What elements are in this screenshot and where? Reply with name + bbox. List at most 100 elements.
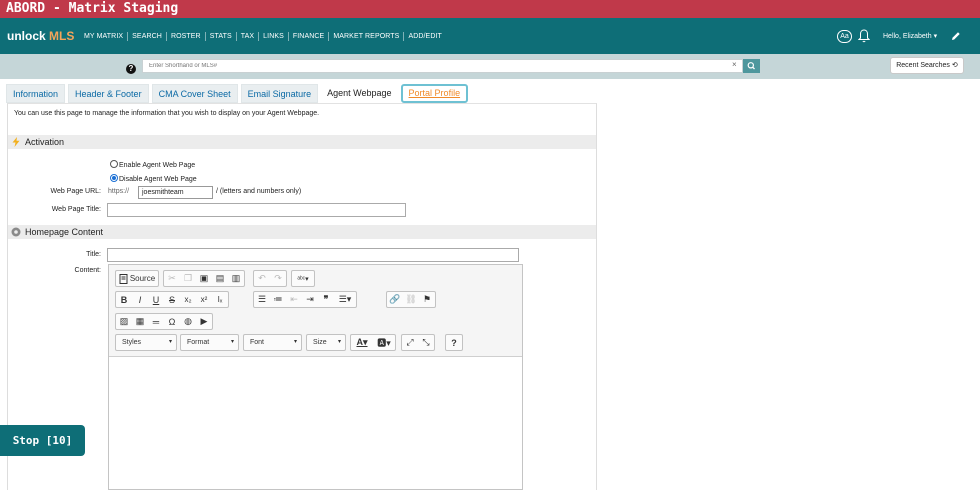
nav-market-reports[interactable]: MARKET REPORTS (329, 32, 405, 41)
source-group: Source (115, 270, 159, 287)
nav-finance[interactable]: FINANCE (289, 32, 330, 41)
enable-radio[interactable] (110, 160, 118, 168)
url-hint: / (letters and numbers only) (216, 188, 302, 195)
main-nav: MY MATRIX SEARCH ROSTER STATS TAX LINKS … (80, 32, 446, 41)
tab-agent-webpage[interactable]: Agent Webpage (321, 84, 398, 103)
source-button[interactable]: Source (116, 271, 158, 286)
format-label: Format (187, 339, 210, 346)
tab-header-footer[interactable]: Header & Footer (68, 84, 149, 103)
paste-icon[interactable]: ▣ (196, 271, 212, 286)
nav-stats[interactable]: STATS (206, 32, 237, 41)
page-title-label: Web Page Title: (51, 206, 101, 213)
url-field[interactable]: joesmithteam (138, 186, 213, 199)
text-color-icon[interactable]: A▾ (351, 335, 373, 350)
omega-icon[interactable]: Ω (164, 314, 180, 329)
indent-icon[interactable]: ⇥ (302, 292, 318, 307)
disable-webpage-option[interactable]: Disable Agent Web Page (110, 174, 197, 184)
undo-group: ↶ ↷ (253, 270, 287, 287)
tab-email-signature[interactable]: Email Signature (240, 84, 319, 103)
underline-icon[interactable]: U (148, 292, 164, 307)
disable-radio[interactable] (110, 174, 118, 182)
homepage-title-field[interactable] (107, 248, 519, 262)
link-group: 🔗 ⛓ ⚑ (386, 291, 436, 308)
image-icon[interactable]: ▨ (116, 314, 132, 329)
show-blocks-icon[interactable]: ⤡ (418, 335, 434, 350)
chevron-down-icon: ▾ (168, 339, 172, 345)
tab-portal-profile[interactable]: Portal Profile (400, 84, 469, 103)
redo-icon[interactable]: ↷ (270, 271, 286, 286)
horizontal-rule-icon[interactable]: ═ (148, 314, 164, 329)
nav-add-edit[interactable]: ADD/EDIT (404, 32, 445, 41)
subscript-icon[interactable]: x₂ (180, 292, 196, 307)
tab-cma-cover-sheet[interactable]: CMA Cover Sheet (151, 84, 238, 103)
font-dropdown[interactable]: Font ▾ (243, 334, 302, 351)
format-dropdown[interactable]: Format ▾ (180, 334, 239, 351)
title-label: Title: (86, 251, 101, 258)
help-icon[interactable]: ? (126, 64, 136, 74)
nav-search[interactable]: SEARCH (128, 32, 167, 41)
help-group: ? (445, 334, 463, 351)
table-icon[interactable]: ▦ (132, 314, 148, 329)
chevron-down-icon: ▾ (293, 339, 297, 345)
search-input[interactable] (142, 59, 743, 73)
background-color-icon[interactable]: 🅰▾ (373, 335, 395, 350)
search-icon (747, 62, 755, 70)
paste-word-icon[interactable]: ▥ (228, 271, 244, 286)
recent-searches-button[interactable]: Recent Searches ⟲ (890, 57, 964, 74)
maximize-icon[interactable]: ⤢ (402, 335, 418, 350)
content-editor[interactable]: Source ✂ ❐ ▣ ▤ ▥ ↶ ↷ ᵃᵇᶜ▾ B I U S x₂ x² … (108, 264, 523, 490)
top-navbar: unlock MLS MY MATRIX SEARCH ROSTER STATS… (0, 18, 980, 54)
user-menu[interactable]: Hello, Elizabeth ▾ (883, 32, 937, 40)
editor-toolbar: Source ✂ ❐ ▣ ▤ ▥ ↶ ↷ ᵃᵇᶜ▾ B I U S x₂ x² … (109, 265, 522, 357)
strikethrough-icon[interactable]: S (164, 292, 180, 307)
outdent-icon[interactable]: ⇤ (286, 292, 302, 307)
search-button[interactable] (743, 59, 760, 73)
editor-help-icon[interactable]: ? (446, 335, 462, 350)
unlockmls-logo[interactable]: unlock MLS (7, 29, 74, 43)
bold-icon[interactable]: B (116, 292, 132, 307)
copy-icon[interactable]: ❐ (180, 271, 196, 286)
italic-icon[interactable]: I (132, 292, 148, 307)
nav-links[interactable]: LINKS (259, 32, 289, 41)
nav-roster[interactable]: ROSTER (167, 32, 206, 41)
paste-text-icon[interactable]: ▤ (212, 271, 228, 286)
styles-dropdown[interactable]: Styles ▾ (115, 334, 177, 351)
text-style-group: B I U S x₂ x² Iₓ (115, 291, 229, 308)
logo-prefix: unlock (7, 29, 46, 43)
page-title-field[interactable] (107, 203, 406, 217)
align-icon[interactable]: ☰▾ (334, 292, 356, 307)
undo-icon[interactable]: ↶ (254, 271, 270, 286)
link-icon[interactable]: 🔗 (387, 292, 403, 307)
view-group: ⤢ ⤡ (401, 334, 435, 351)
chevron-down-icon: ▾ (230, 339, 234, 345)
color-group: A▾ 🅰▾ (350, 334, 396, 351)
font-label: Font (250, 339, 265, 346)
enable-webpage-option[interactable]: Enable Agent Web Page (110, 160, 195, 170)
insert-group: ▨ ▦ ═ Ω ◍ ▶ (115, 313, 213, 330)
size-dropdown[interactable]: Size ▾ (306, 334, 346, 351)
anchor-flag-icon[interactable]: ⚑ (419, 292, 435, 307)
tab-information[interactable]: Information (6, 84, 66, 103)
cut-icon[interactable]: ✂ (164, 271, 180, 286)
pencil-icon[interactable] (951, 31, 961, 41)
blockquote-icon[interactable]: ❞ (318, 292, 334, 307)
youtube-icon[interactable]: ▶ (196, 314, 212, 329)
superscript-icon[interactable]: x² (196, 292, 212, 307)
text-size-button[interactable]: Aa (837, 30, 852, 43)
unlink-icon[interactable]: ⛓ (403, 292, 419, 307)
nav-my-matrix[interactable]: MY MATRIX (80, 32, 129, 41)
nav-tax[interactable]: TAX (237, 32, 260, 41)
globe-icon[interactable]: ◍ (180, 314, 196, 329)
chevron-down-icon: ▾ (337, 339, 341, 345)
clear-search-icon[interactable]: × (732, 60, 737, 69)
enable-label: Enable Agent Web Page (119, 162, 196, 169)
stop-button[interactable]: Stop [10] (0, 425, 85, 456)
activation-heading: Activation (25, 137, 65, 147)
numbered-list-icon[interactable]: ☰ (254, 292, 270, 307)
spellcheck-icon[interactable]: ᵃᵇᶜ▾ (292, 271, 314, 286)
remove-format-icon[interactable]: Iₓ (212, 292, 228, 307)
bulleted-list-icon[interactable]: ≔ (270, 292, 286, 307)
homepage-section-header: Homepage Content (8, 225, 596, 239)
bell-icon[interactable] (858, 29, 870, 43)
gear-icon (11, 227, 21, 237)
